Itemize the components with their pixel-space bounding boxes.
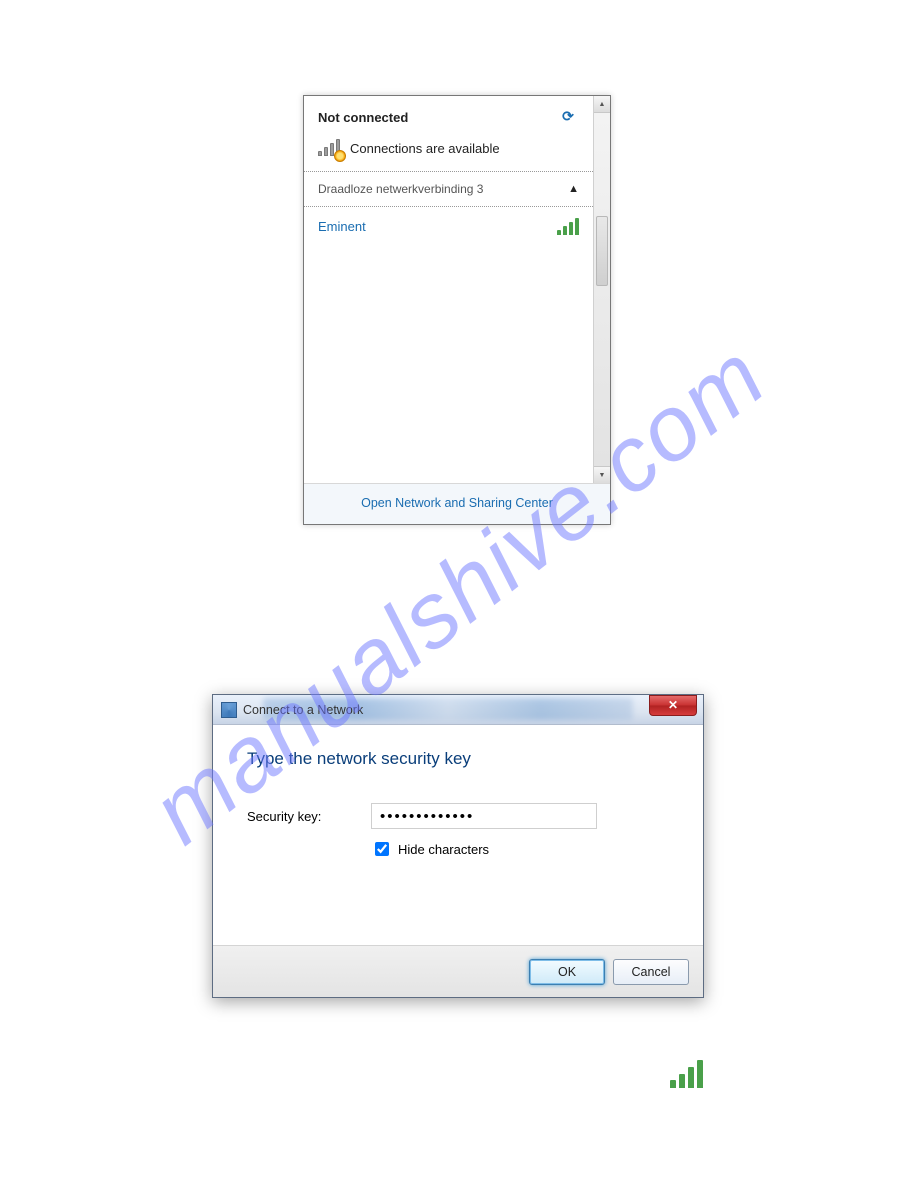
scroll-down-arrow-icon[interactable]: ▼ [594,466,610,483]
open-network-center-label: Open Network and Sharing Center [361,496,553,510]
hide-characters-label: Hide characters [398,842,489,857]
security-key-row: Security key: [247,803,669,829]
connect-network-dialog: Connect to a Network ✕ Type the network … [212,694,704,998]
standalone-signal-icon [670,1060,703,1093]
security-key-input[interactable] [371,803,597,829]
signal-strength-icon [557,217,579,235]
signal-warning-icon [318,138,340,159]
hide-characters-checkbox[interactable] [375,842,389,856]
close-button[interactable]: ✕ [649,695,697,716]
flyout-footer-link[interactable]: Open Network and Sharing Center [304,483,610,524]
dialog-titlebar[interactable]: Connect to a Network ✕ [213,695,703,725]
network-name-label: Eminent [318,219,557,234]
wireless-flyout-window: Not connected ⟳ Connections are availabl… [303,95,611,525]
connections-available-label: Connections are available [350,141,579,156]
connection-status-row: Not connected ⟳ [304,100,593,134]
dialog-headline: Type the network security key [247,749,669,769]
adapter-header-row[interactable]: Draadloze netwerkverbinding 3 ▲ [304,171,593,207]
connection-status-label: Not connected [318,110,557,125]
network-item-row[interactable]: Eminent [304,207,593,245]
scroll-thumb[interactable] [596,216,608,286]
flyout-scrollbar[interactable]: ▲ ▼ [593,96,610,483]
cancel-button[interactable]: Cancel [613,959,689,985]
cancel-button-label: Cancel [632,965,671,979]
refresh-icon[interactable]: ⟳ [557,108,579,126]
ok-button-label: OK [558,965,576,979]
dialog-title-text: Connect to a Network [243,703,649,717]
hide-characters-row[interactable]: Hide characters [371,839,669,859]
close-icon: ✕ [668,698,678,712]
flyout-body: Not connected ⟳ Connections are availabl… [304,96,610,483]
adapter-name-label: Draadloze netwerkverbinding 3 [318,182,568,196]
ok-button[interactable]: OK [529,959,605,985]
flyout-list: Not connected ⟳ Connections are availabl… [304,96,593,483]
dialog-footer: OK Cancel [213,945,703,997]
connections-available-row: Connections are available [304,134,593,171]
scroll-up-arrow-icon[interactable]: ▲ [594,96,610,113]
collapse-chevron-icon: ▲ [568,183,579,195]
dialog-body: Type the network security key Security k… [213,725,703,945]
dialog-title-icon [221,702,237,718]
security-key-label: Security key: [247,809,371,824]
